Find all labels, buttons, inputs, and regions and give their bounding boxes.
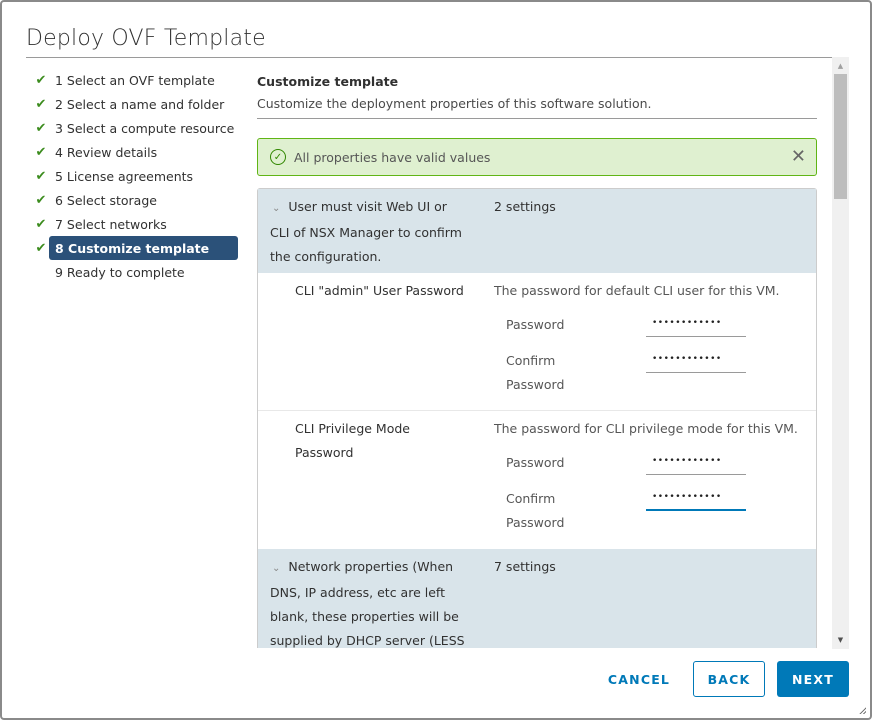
check-icon: ✔ bbox=[35, 144, 47, 160]
step-7[interactable]: ✔ 7 Select networks bbox=[32, 212, 242, 236]
back-button[interactable]: BACK bbox=[693, 661, 765, 697]
group-settings-count: 7 settings bbox=[494, 559, 556, 574]
step-5[interactable]: ✔ 5 License agreements bbox=[32, 164, 242, 188]
check-icon: ✔ bbox=[35, 96, 47, 112]
step-label: 6 Select storage bbox=[55, 192, 157, 208]
scroll-up-icon[interactable]: ▲ bbox=[832, 61, 849, 71]
chevron-down-icon[interactable]: ⌄ bbox=[272, 557, 280, 581]
password-input[interactable]: •••••••••••• bbox=[646, 449, 746, 475]
property-row: CLI Privilege Mode Password The password… bbox=[258, 411, 816, 549]
step-3[interactable]: ✔ 3 Select a compute resource bbox=[32, 116, 242, 140]
content-subtitle: Customize the deployment properties of t… bbox=[257, 96, 652, 111]
step-label: 2 Select a name and folder bbox=[55, 96, 225, 112]
alert-text: All properties have valid values bbox=[294, 149, 491, 165]
close-icon[interactable]: ✕ bbox=[791, 147, 806, 167]
group-name: ⌄ Network properties (When DNS, IP addres… bbox=[270, 557, 465, 648]
next-button[interactable]: NEXT bbox=[777, 661, 849, 697]
check-icon: ✔ bbox=[35, 216, 47, 232]
confirm-password-input-focused[interactable]: •••••••••••• bbox=[646, 485, 746, 511]
property-row: CLI "admin" User Password The password f… bbox=[258, 273, 816, 411]
confirm-password-input[interactable]: •••••••••••• bbox=[646, 347, 746, 373]
properties-table: ⌄ User must visit Web UI or CLI of NSX Ma… bbox=[257, 188, 817, 648]
success-alert: ✓ All properties have valid values ✕ bbox=[257, 138, 817, 176]
step-label: 1 Select an OVF template bbox=[55, 72, 215, 88]
check-icon: ✔ bbox=[35, 240, 47, 256]
resize-grip-icon[interactable] bbox=[858, 706, 866, 714]
deploy-ovf-dialog: Deploy OVF Template ✔ 1 Select an OVF te… bbox=[0, 0, 872, 720]
wizard-steps: ✔ 1 Select an OVF template ✔ 2 Select a … bbox=[32, 68, 242, 284]
step-9[interactable]: 9 Ready to complete bbox=[32, 260, 242, 284]
check-icon: ✔ bbox=[35, 192, 47, 208]
content-title: Customize template bbox=[257, 74, 399, 89]
dialog-title: Deploy OVF Template bbox=[26, 26, 266, 51]
confirm-password-label: Confirm Password bbox=[506, 491, 565, 530]
title-divider bbox=[26, 57, 849, 58]
password-label: Password bbox=[506, 455, 565, 470]
step-4[interactable]: ✔ 4 Review details bbox=[32, 140, 242, 164]
success-check-icon: ✓ bbox=[270, 149, 286, 165]
group-settings-count: 2 settings bbox=[494, 199, 556, 214]
property-name: CLI "admin" User Password bbox=[295, 283, 464, 298]
step-1[interactable]: ✔ 1 Select an OVF template bbox=[32, 68, 242, 92]
step-label: 8 Customize template bbox=[49, 236, 238, 260]
property-description: The password for CLI privilege mode for … bbox=[494, 421, 798, 436]
scroll-down-icon[interactable]: ▼ bbox=[832, 635, 849, 645]
property-description: The password for default CLI user for th… bbox=[494, 283, 780, 298]
confirm-password-label: Confirm Password bbox=[506, 353, 565, 392]
step-6[interactable]: ✔ 6 Select storage bbox=[32, 188, 242, 212]
chevron-down-icon[interactable]: ⌄ bbox=[272, 197, 280, 221]
check-icon: ✔ bbox=[35, 168, 47, 184]
step-2[interactable]: ✔ 2 Select a name and folder bbox=[32, 92, 242, 116]
step-label: 4 Review details bbox=[55, 144, 158, 160]
content-divider bbox=[257, 118, 817, 119]
step-label: 5 License agreements bbox=[55, 168, 194, 184]
step-label: 3 Select a compute resource bbox=[55, 120, 235, 136]
property-group-header[interactable]: ⌄ User must visit Web UI or CLI of NSX Ma… bbox=[258, 189, 816, 273]
password-label: Password bbox=[506, 317, 565, 332]
property-name: CLI Privilege Mode Password bbox=[295, 421, 410, 460]
property-group-header[interactable]: ⌄ Network properties (When DNS, IP addres… bbox=[258, 549, 816, 648]
step-8-active[interactable]: ✔ 8 Customize template bbox=[32, 236, 242, 260]
scroll-thumb[interactable] bbox=[834, 74, 847, 199]
password-input[interactable]: •••••••••••• bbox=[646, 311, 746, 337]
cancel-button[interactable]: CANCEL bbox=[598, 661, 680, 697]
check-icon: ✔ bbox=[35, 120, 47, 136]
content-scrollbar[interactable]: ▲ ▼ bbox=[832, 57, 849, 649]
group-name: ⌄ User must visit Web UI or CLI of NSX Ma… bbox=[270, 197, 462, 264]
check-icon: ✔ bbox=[35, 72, 47, 88]
step-label: 9 Ready to complete bbox=[55, 264, 185, 280]
content-pane: Customize template Customize the deploym… bbox=[257, 68, 817, 648]
step-label: 7 Select networks bbox=[55, 216, 167, 232]
